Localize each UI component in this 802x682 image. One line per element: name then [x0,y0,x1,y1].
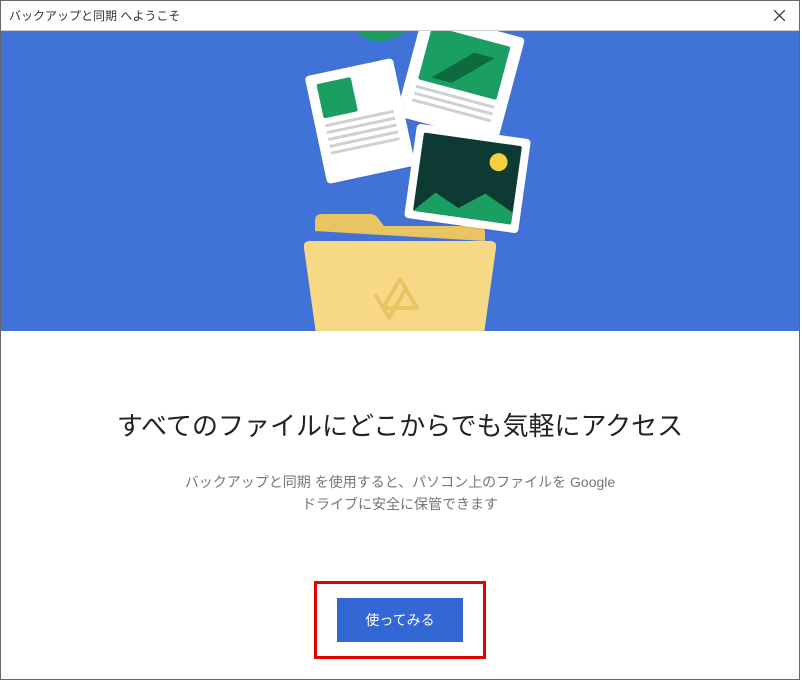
close-icon [774,10,785,21]
content-section: すべてのファイルにどこからでも気軽にアクセス バックアップと同期 を使用すると、… [1,331,799,679]
document-chart-icon [396,31,525,143]
hero-illustration [230,31,570,331]
cta-highlight-border: 使ってみる [314,581,485,659]
headline: すべてのファイルにどこからでも気軽にアクセス [117,406,683,443]
hero-section [1,31,799,331]
welcome-window: バックアップと同期 へようこそ [0,0,800,680]
window-title: バックアップと同期 へようこそ [9,7,767,24]
get-started-button[interactable]: 使ってみる [337,598,462,642]
titlebar: バックアップと同期 へようこそ [1,1,799,31]
disc-icon [337,31,423,49]
document-icon [305,58,416,184]
subtext: バックアップと同期 を使用すると、パソコン上のファイルを Google ドライブ… [185,471,615,516]
close-button[interactable] [767,4,791,28]
subtext-line-1: バックアップと同期 を使用すると、パソコン上のファイルを Google [185,474,615,490]
photo-icon [404,123,531,233]
subtext-line-2: ドライブに安全に保管できます [302,496,498,512]
